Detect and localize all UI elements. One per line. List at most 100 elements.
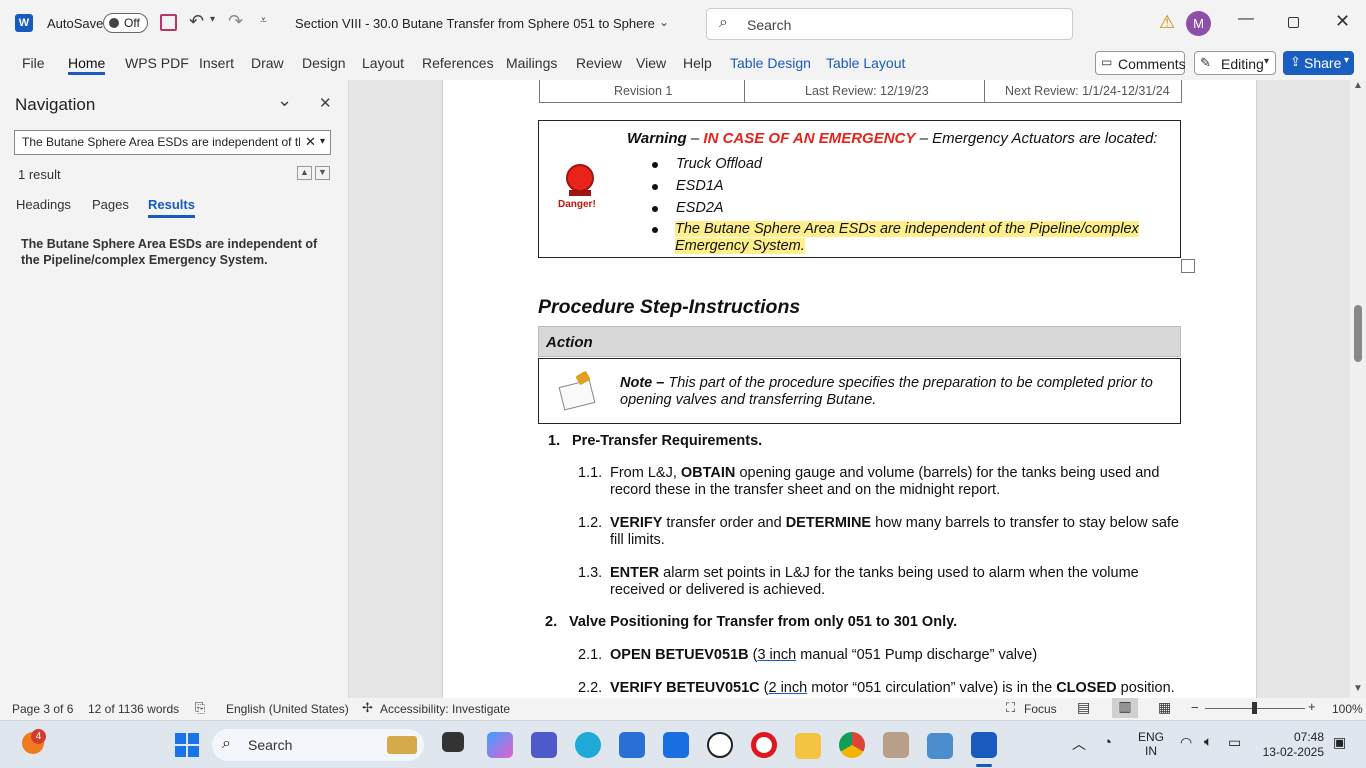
start-icon[interactable]	[175, 733, 199, 757]
battery-icon[interactable]: ▭	[1228, 734, 1241, 751]
input-language[interactable]: ENG IN	[1138, 730, 1164, 758]
undo-dropdown-icon[interactable]: ▾	[210, 14, 215, 25]
volume-icon[interactable]: 🔈︎	[1204, 733, 1212, 750]
taskbar-search[interactable]: ⌕ Search	[212, 729, 424, 761]
share-button[interactable]: ⇪ Share ▾	[1283, 51, 1354, 75]
clear-search-icon[interactable]: ✕	[305, 134, 316, 150]
ribbon: File Home WPS PDF Insert Draw Design Lay…	[0, 48, 1366, 80]
tab-wps-pdf[interactable]: WPS PDF	[125, 55, 189, 75]
edge-icon[interactable]	[575, 732, 601, 758]
teams-icon[interactable]	[531, 732, 557, 758]
step-1-1-c: opening gauge and volume (barrels) for t…	[735, 465, 1160, 481]
tab-review[interactable]: Review	[576, 55, 622, 75]
focus-icon: ⛶	[1006, 700, 1016, 715]
arrow-app-icon[interactable]	[663, 732, 689, 758]
scroll-thumb[interactable]	[1354, 305, 1362, 362]
search-options-icon[interactable]: ▾	[320, 136, 325, 147]
web-layout-icon[interactable]: ▦	[1158, 699, 1171, 716]
tab-design[interactable]: Design	[302, 55, 346, 75]
document-page[interactable]: Revision 1 Last Review: 12/19/23 Next Re…	[442, 80, 1257, 700]
undo-icon[interactable]: ↶	[189, 11, 204, 32]
focus-button[interactable]: Focus	[1024, 702, 1057, 716]
zoom-in-icon[interactable]: +	[1308, 699, 1316, 714]
proofing-icon[interactable]: ⎘	[195, 700, 205, 716]
language-indicator[interactable]: English (United States)	[226, 702, 349, 716]
navigation-search-value: The Butane Sphere Area ESDs are independ…	[22, 135, 300, 149]
notification-badge: 4	[31, 729, 46, 744]
file-explorer-icon[interactable]	[795, 733, 821, 759]
comments-button[interactable]: ▭ Comments	[1095, 51, 1186, 75]
tab-references[interactable]: References	[422, 55, 494, 75]
notification-icon[interactable]: ▣	[1333, 734, 1346, 751]
scroll-up-icon[interactable]: ▲	[1353, 80, 1363, 91]
tab-help[interactable]: Help	[683, 55, 712, 75]
lang-line-1: ENG	[1138, 730, 1165, 744]
restore-icon[interactable]	[1288, 17, 1299, 28]
title-chevron-icon[interactable]: ⌄	[659, 15, 669, 29]
navigation-search-input[interactable]: The Butane Sphere Area ESDs are independ…	[14, 130, 331, 155]
customize-toolbar-icon[interactable]: ⩡	[260, 13, 267, 28]
taskbar: 4 ⌕ Search ︿ ◔ ENG IN ◠ 🔈︎ ▭ 07:48 13-02…	[0, 720, 1366, 768]
tab-headings[interactable]: Headings	[16, 197, 71, 212]
tab-mailings[interactable]: Mailings	[506, 55, 557, 75]
tab-insert[interactable]: Insert	[199, 55, 234, 75]
chevron-down-icon: ▾	[1264, 56, 1270, 67]
chrome-icon[interactable]	[839, 732, 865, 758]
network-status-icon[interactable]: ◔	[1103, 734, 1112, 751]
tab-table-layout[interactable]: Table Layout	[826, 55, 905, 75]
page-indicator[interactable]: Page 3 of 6	[12, 702, 73, 716]
search-result-item[interactable]: The Butane Sphere Area ESDs are independ…	[21, 236, 331, 268]
accessibility-status[interactable]: Accessibility: Investigate	[380, 702, 510, 716]
wifi-icon[interactable]: ◠	[1180, 734, 1192, 751]
task-view-icon[interactable]	[442, 732, 464, 752]
app-icon[interactable]	[927, 733, 953, 759]
avatar[interactable]: M	[1186, 11, 1211, 36]
tab-file[interactable]: File	[22, 55, 45, 75]
step-1-3-b: alarm set points in L&J for the tanks be…	[659, 565, 1139, 581]
zoom-level[interactable]: 100%	[1332, 702, 1363, 716]
print-layout-icon[interactable]: ▥	[1112, 698, 1138, 718]
app-icon[interactable]	[883, 732, 909, 758]
close-window-icon[interactable]: ✕	[1335, 11, 1350, 32]
search-box[interactable]: ⌕ Search	[706, 8, 1073, 40]
chevron-down-icon[interactable]: ⌄	[277, 90, 292, 111]
close-icon[interactable]: ✕	[319, 94, 332, 112]
tab-draw[interactable]: Draw	[251, 55, 284, 75]
vertical-scrollbar[interactable]: ▲ ▼	[1350, 80, 1366, 698]
step-2-2-c: 2 inch	[768, 680, 808, 696]
taskbar-search-label: Search	[248, 737, 293, 753]
step-2-2-f: position.	[1116, 680, 1175, 696]
zoom-slider-thumb[interactable]	[1252, 702, 1257, 714]
zoom-out-icon[interactable]: −	[1191, 700, 1199, 715]
tab-table-design[interactable]: Table Design	[730, 55, 811, 75]
warning-icon[interactable]: ⚠	[1159, 12, 1175, 33]
tab-view[interactable]: View	[636, 55, 666, 75]
clock[interactable]: 07:48 13-02-2025	[1263, 730, 1324, 760]
tab-home[interactable]: Home	[68, 55, 106, 75]
previous-result-icon[interactable]: ▲	[297, 166, 312, 180]
start-tile	[188, 746, 199, 757]
minimize-icon[interactable]: —	[1238, 10, 1254, 28]
read-mode-icon[interactable]: ▤	[1077, 699, 1090, 716]
opera-icon[interactable]	[751, 732, 777, 758]
table-resize-handle[interactable]	[1181, 259, 1195, 273]
save-icon[interactable]	[160, 14, 177, 31]
copilot-icon[interactable]	[487, 732, 513, 758]
redo-icon[interactable]: ↷	[228, 11, 243, 32]
scroll-down-icon[interactable]: ▼	[1353, 683, 1363, 694]
dell-icon[interactable]	[707, 732, 733, 758]
autosave-toggle[interactable]: Off	[103, 13, 148, 33]
document-title[interactable]: Section VIII - 30.0 Butane Transfer from…	[295, 16, 657, 31]
editing-button[interactable]: ✎ Editing ▾	[1194, 51, 1276, 75]
word-taskbar-icon[interactable]	[971, 732, 997, 758]
show-hidden-icons[interactable]: ︿	[1072, 734, 1086, 754]
next-result-icon[interactable]: ▼	[315, 166, 330, 180]
tab-results[interactable]: Results	[148, 197, 195, 218]
tab-layout[interactable]: Layout	[362, 55, 404, 75]
highlighted-line-2: Emergency System.	[675, 238, 805, 254]
store-icon[interactable]	[619, 732, 645, 758]
step-1-1-b: OBTAIN	[680, 465, 736, 481]
word-count[interactable]: 12 of 1136 words	[88, 702, 179, 716]
word-logo-icon: W	[15, 14, 33, 32]
tab-pages[interactable]: Pages	[92, 197, 129, 212]
